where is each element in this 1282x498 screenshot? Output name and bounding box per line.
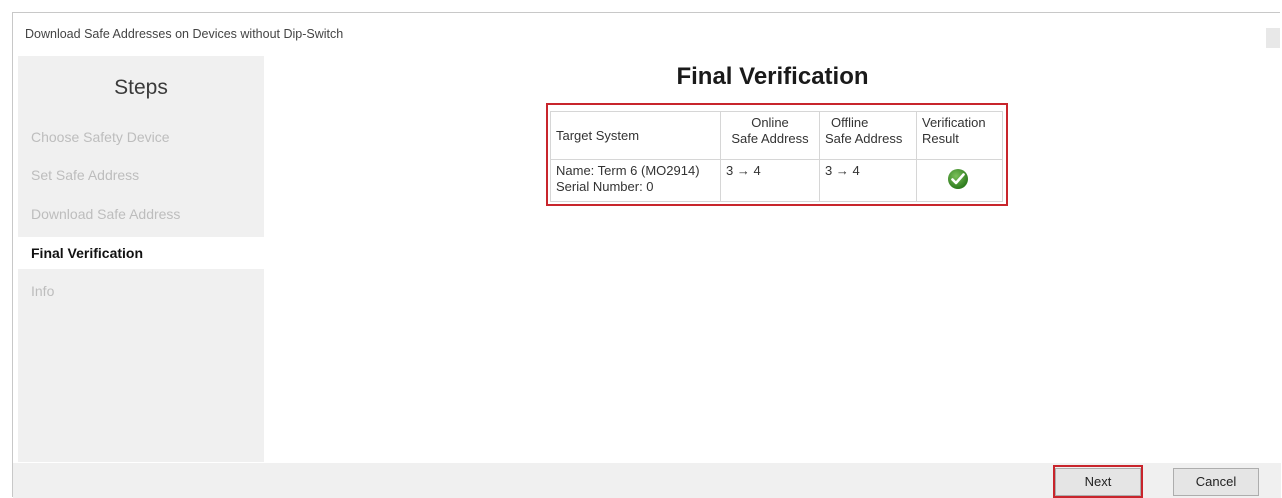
target-serial: Serial Number: 0	[556, 179, 654, 194]
cancel-button[interactable]: Cancel	[1173, 468, 1259, 496]
check-circle-icon	[948, 169, 968, 189]
header-offline-safe-address: Offline Safe Address	[819, 111, 917, 160]
header-online-line2: Safe Address	[731, 131, 809, 146]
step-info: Info	[31, 283, 55, 299]
step-download-safe-address: Download Safe Address	[31, 206, 181, 222]
step-choose-safety-device: Choose Safety Device	[31, 129, 170, 145]
verification-table: Target System Online Safe Address Offlin…	[550, 111, 1003, 202]
header-offline-line1: Offline	[831, 115, 869, 130]
header-result-line1: Verification	[922, 115, 986, 130]
steps-sidebar: Steps Choose Safety Device Set Safe Addr…	[18, 56, 264, 462]
next-button[interactable]: Next	[1055, 468, 1141, 496]
cell-verification-result	[916, 159, 1003, 202]
cell-online-address: 3 → 4	[720, 159, 820, 202]
header-verification-result: Verification Result	[916, 111, 1003, 160]
window-corner-control[interactable]	[1266, 28, 1280, 48]
header-result-line2: Result	[922, 131, 959, 146]
header-target-system: Target System	[550, 111, 721, 160]
header-online-safe-address: Online Safe Address	[720, 111, 820, 160]
header-offline-line2: Safe Address	[825, 131, 903, 146]
step-set-safe-address: Set Safe Address	[31, 167, 140, 183]
window-title: Download Safe Addresses on Devices witho…	[25, 27, 344, 41]
cell-offline-address: 3 → 4	[819, 159, 917, 202]
step-final-verification: Final Verification	[18, 237, 264, 269]
wizard-window: Download Safe Addresses on Devices witho…	[12, 12, 1281, 498]
page-title: Final Verification	[676, 63, 869, 90]
header-online-line1: Online	[751, 115, 789, 130]
steps-title: Steps	[114, 76, 168, 99]
table-row: Name: Term 6 (MO2914) Serial Number: 0 3…	[550, 159, 1003, 202]
cell-target-system: Name: Term 6 (MO2914) Serial Number: 0	[550, 159, 721, 202]
table-header-row: Target System Online Safe Address Offlin…	[550, 111, 1003, 160]
target-name: Name: Term 6 (MO2914)	[556, 163, 700, 178]
